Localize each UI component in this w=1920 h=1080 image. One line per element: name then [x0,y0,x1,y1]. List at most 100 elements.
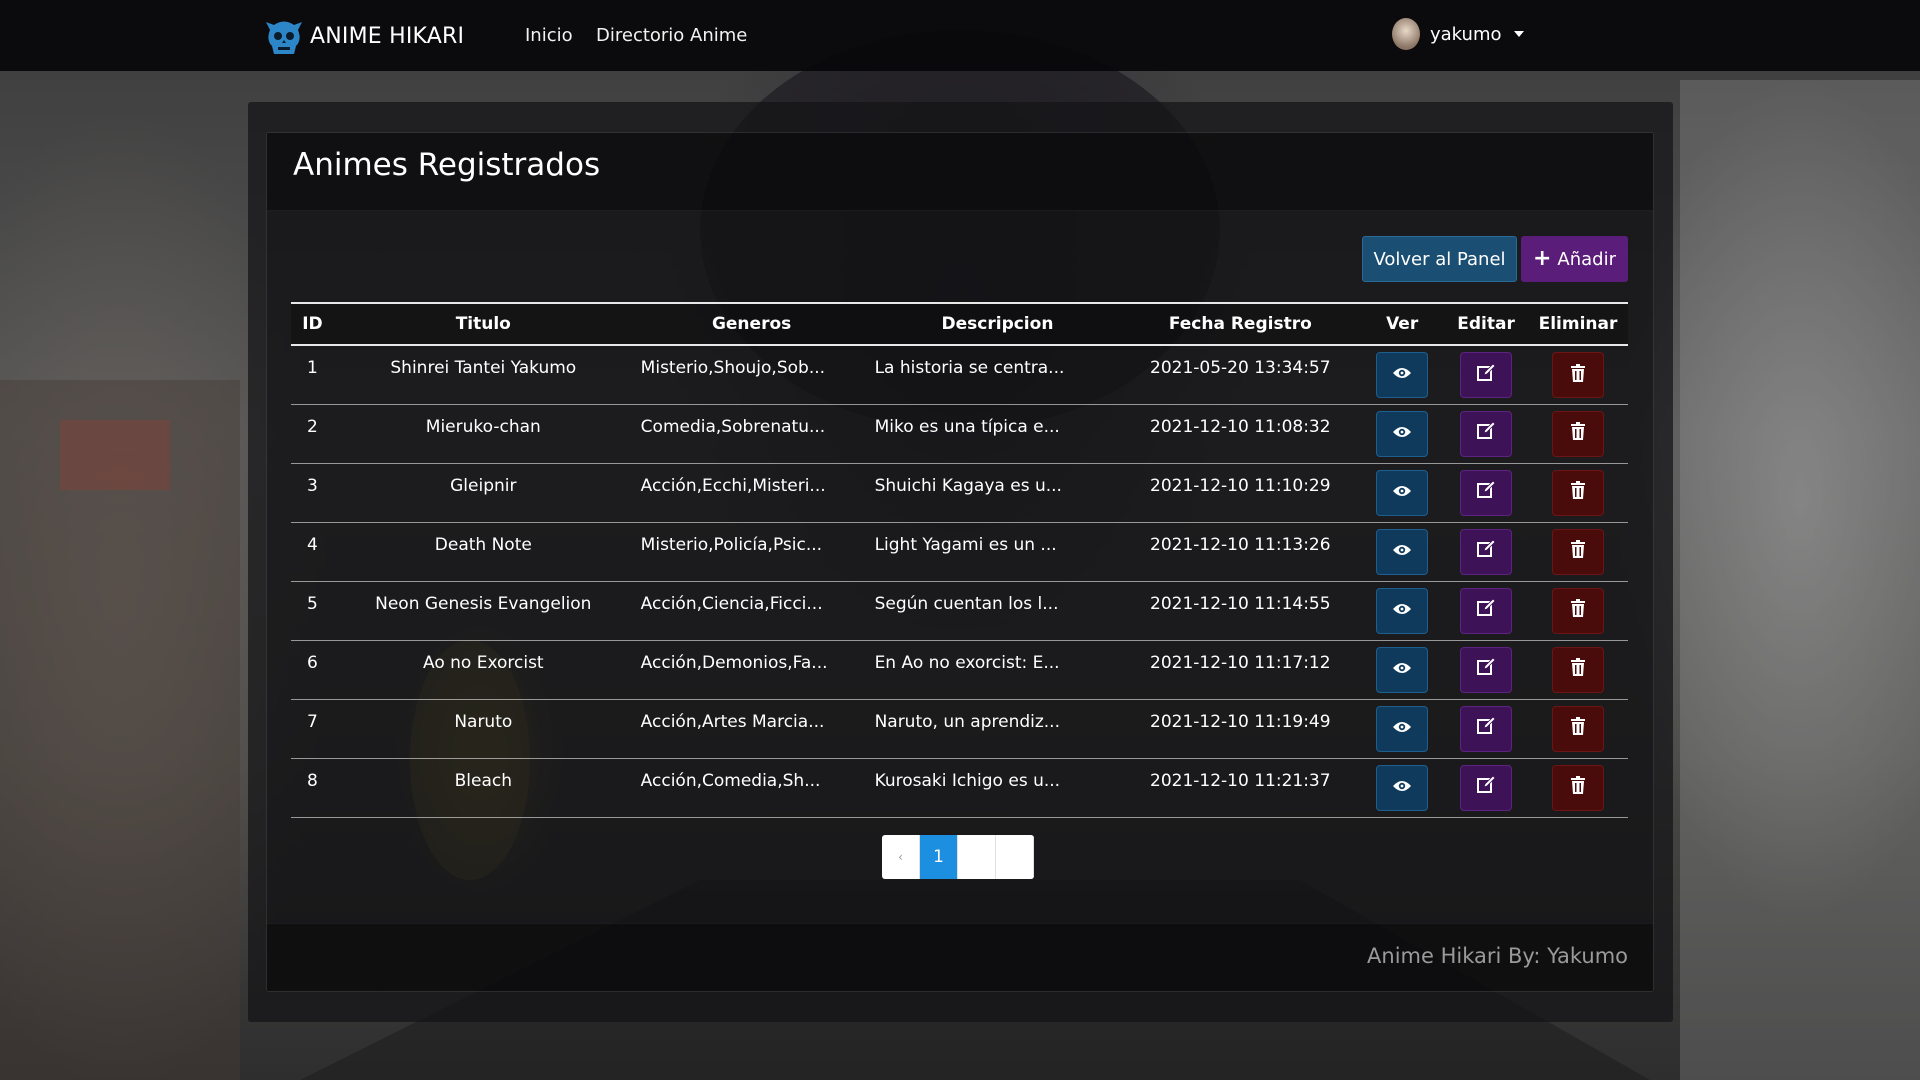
add-anime-button[interactable]: + Añadir [1521,236,1628,282]
header-generos: Generos [632,302,863,346]
delete-button[interactable] [1552,469,1604,516]
header-id: ID [291,302,334,346]
view-button[interactable] [1376,469,1429,516]
eye-icon [1392,424,1412,444]
eye-icon [1392,719,1412,739]
table-body: 1 Shinrei Tantei Yakumo Misterio,Shoujo,So… [291,345,1628,818]
skull-logo-icon [266,21,302,54]
cell-title: Death Note [333,522,633,582]
cell-view [1360,699,1445,759]
cell-edit [1444,699,1528,759]
cell-view [1360,758,1445,818]
edit-button[interactable] [1460,352,1513,398]
table-row: 8 Bleach Acción,Comedia,Sh... Kurosaki Ichi… [291,758,1628,818]
back-to-panel-button[interactable]: Volver al Panel [1362,236,1517,282]
edit-button[interactable] [1460,705,1513,752]
caret-down-icon [1513,31,1524,37]
cell-description: Kurosaki Ichigo es u... [862,758,1121,818]
cell-delete [1528,758,1628,818]
pagination-prev-button[interactable]: ‹ [882,835,920,879]
edit-button[interactable] [1460,410,1513,457]
cell-date: 2021-05-20 13:34:57 [1120,345,1361,405]
cell-view [1360,640,1445,700]
cell-description: Naruto, un aprendiz... [862,699,1121,759]
delete-button[interactable] [1552,705,1604,752]
edit-icon [1476,657,1496,682]
delete-button[interactable] [1552,528,1604,575]
cell-date: 2021-12-10 11:14:55 [1120,581,1361,641]
eye-icon [1392,483,1412,503]
user-menu[interactable]: yakumo [1392,18,1524,50]
cell-title: Mieruko-chan [333,404,633,464]
trash-icon [1570,599,1586,622]
view-button[interactable] [1376,410,1429,457]
delete-button[interactable] [1552,646,1604,693]
cell-genres: Acción,Artes Marcia... [632,699,863,759]
table-row: 3 Gleipnir Acción,Ecchi,Misteri... Shuichi … [291,463,1628,523]
edit-icon [1476,362,1496,388]
cell-genres: Acción,Comedia,Sh... [632,758,863,818]
edit-button[interactable] [1460,764,1513,811]
trash-icon [1570,658,1586,681]
cell-edit [1444,463,1528,523]
top-navbar: ANIME HIKARI Inicio Directorio Anime yak… [0,0,1920,71]
nav-link-inicio[interactable]: Inicio [525,25,573,46]
card-footer: Anime Hikari By: Yakumo [267,923,1653,991]
pagination-next-button[interactable] [996,835,1034,879]
delete-button[interactable] [1552,587,1604,634]
edit-icon [1476,421,1496,446]
cell-genres: Misterio,Shoujo,Sob... [632,345,863,405]
delete-button[interactable] [1552,410,1604,457]
header-titulo: Titulo [333,302,633,346]
edit-button[interactable] [1460,587,1513,634]
table-row: 5 Neon Genesis Evangelion Acción,Ciencia,F… [291,581,1628,641]
cell-description: Según cuentan los l... [862,581,1121,641]
trash-icon [1570,422,1586,445]
delete-button[interactable] [1552,764,1604,811]
card-header: Animes Registrados [267,133,1653,211]
edit-button[interactable] [1460,646,1513,693]
cell-date: 2021-12-10 11:21:37 [1120,758,1361,818]
edit-icon [1476,480,1496,505]
edit-icon [1476,598,1496,623]
view-button[interactable] [1376,764,1429,811]
cell-id: 1 [291,345,334,405]
nav-link-directorio-anime[interactable]: Directorio Anime [596,25,747,46]
cell-edit [1444,345,1528,405]
view-button[interactable] [1376,528,1429,575]
cell-description: Miko es una típica e... [862,404,1121,464]
avatar [1392,18,1420,50]
edit-icon [1476,775,1496,800]
table-row: 4 Death Note Misterio,Policía,Psic... Light… [291,522,1628,582]
cell-id: 4 [291,522,334,582]
cell-id: 6 [291,640,334,700]
pagination-page-2[interactable] [958,835,996,879]
cell-title: Bleach [333,758,633,818]
view-button[interactable] [1376,352,1429,398]
cell-title: Gleipnir [333,463,633,523]
back-to-panel-label: Volver al Panel [1373,248,1506,270]
edit-button[interactable] [1460,528,1513,575]
view-button[interactable] [1376,705,1429,752]
cell-edit [1444,522,1528,582]
eye-icon [1392,365,1412,385]
cell-edit [1444,758,1528,818]
trash-icon [1570,717,1586,740]
cell-delete [1528,581,1628,641]
delete-button[interactable] [1552,352,1604,398]
table-row: 1 Shinrei Tantei Yakumo Misterio,Shoujo,So… [291,345,1628,405]
cell-title: Naruto [333,699,633,759]
view-button[interactable] [1376,587,1429,634]
brand-link[interactable]: ANIME HIKARI [266,16,464,56]
cell-id: 3 [291,463,334,523]
anime-table: ID Titulo Generos Descripcion Fecha Regi… [291,302,1628,818]
pagination-page-1[interactable]: 1 [920,835,958,879]
view-button[interactable] [1376,646,1429,693]
cell-delete [1528,522,1628,582]
trash-icon [1570,776,1586,799]
cell-genres: Misterio,Policía,Psic... [632,522,863,582]
header-ver: Ver [1360,302,1445,346]
cell-title: Ao no Exorcist [333,640,633,700]
edit-button[interactable] [1460,469,1513,516]
cell-date: 2021-12-10 11:13:26 [1120,522,1361,582]
